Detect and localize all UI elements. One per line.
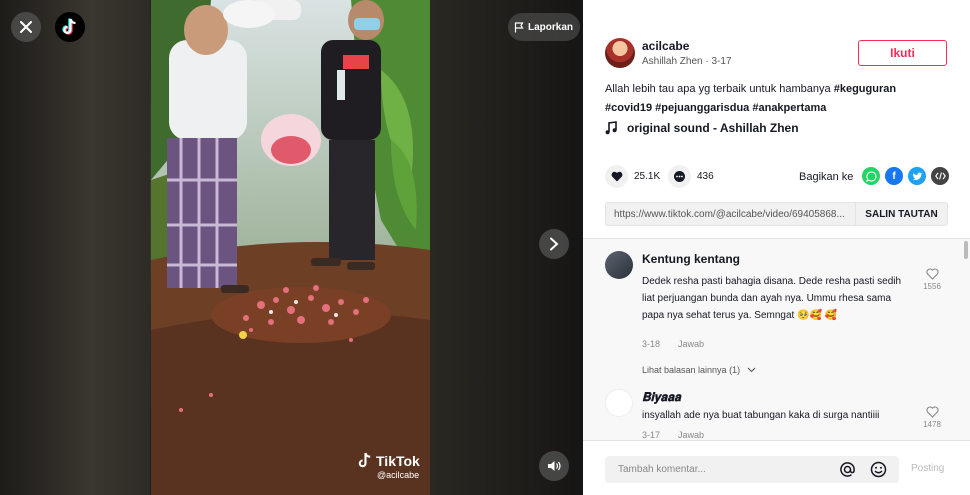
engagement-actions: 25.1K 436 Bagikan ke f: [605, 165, 950, 189]
comment-composer: Posting: [583, 440, 970, 495]
like-button[interactable]: [605, 165, 628, 188]
commenter-avatar[interactable]: [605, 251, 633, 279]
commenter-name[interactable]: 𝐁𝐢𝐲𝐚𝐚𝐚: [642, 390, 681, 405]
watermark-handle: @acilcabe: [377, 470, 420, 480]
chevron-right-icon: [550, 237, 559, 251]
author-meta: Ashillah Zhen · 3-17: [642, 56, 732, 67]
commenter-name[interactable]: Kentung kentang: [642, 252, 740, 266]
tiktok-logo-icon: [62, 18, 76, 35]
comment-text: insyallah ade nya buat tabungan kaka di …: [642, 410, 880, 421]
comment-date: 3-17: [642, 430, 661, 440]
video-scene: [151, 0, 430, 495]
volume-button[interactable]: [539, 451, 569, 481]
copy-link-button[interactable]: SALIN TAUTAN: [855, 203, 947, 225]
volume-icon: [548, 461, 561, 471]
author-avatar[interactable]: [605, 38, 635, 68]
follow-button[interactable]: Ikuti: [858, 40, 947, 66]
like-action[interactable]: 25.1K: [605, 165, 660, 188]
emoji-button[interactable]: [870, 461, 887, 483]
comment-like-count: 1478: [923, 420, 941, 429]
share-label: Bagikan ke: [799, 171, 854, 183]
chevron-down-icon: [747, 367, 755, 373]
caption-text: Allah lebih tau apa yg terbaik untuk ham…: [605, 83, 831, 95]
heart-icon: [611, 171, 622, 182]
video-player[interactable]: Laporkan TikTok @acilcabe: [0, 0, 583, 495]
comment-like-count: 1556: [923, 282, 941, 291]
report-button[interactable]: Laporkan: [508, 13, 581, 41]
comment-item: 𝐁𝐢𝐲𝐚𝐚𝐚 insyallah ade nya buat tabungan k…: [605, 389, 950, 440]
video-caption: Allah lebih tau apa yg terbaik untuk ham…: [605, 80, 950, 118]
comment-action[interactable]: 436: [668, 165, 714, 188]
video-watermark: TikTok @acilcabe: [357, 452, 420, 480]
post-date: 3-17: [711, 56, 732, 67]
hashtag[interactable]: #keguguran: [834, 83, 896, 95]
reply-button[interactable]: Jawab: [678, 430, 704, 440]
video-frame[interactable]: [151, 0, 430, 495]
report-label: Laporkan: [528, 21, 574, 33]
view-more-replies[interactable]: Lihat balasan lainnya (1): [642, 365, 756, 375]
music-title: original sound - Ashillah Zhen: [627, 121, 799, 135]
heart-outline-icon: [925, 406, 939, 418]
close-icon: [20, 21, 32, 33]
comment-meta: 3-18 Jawab: [642, 339, 704, 349]
share-link-box: https://www.tiktok.com/@acilcabe/video/6…: [605, 202, 948, 226]
author-display-name: Ashillah Zhen: [642, 56, 703, 67]
comment-count: 436: [697, 171, 714, 182]
comment-date: 3-18: [642, 339, 661, 349]
tiktok-logo[interactable]: [55, 12, 85, 42]
next-video-button[interactable]: [539, 229, 569, 259]
flag-icon: [514, 21, 524, 32]
video-detail-panel: acilcabe Ashillah Zhen · 3-17 Ikuti Alla…: [583, 0, 970, 495]
more-replies-label: Lihat balasan lainnya (1): [642, 365, 741, 375]
comment-list[interactable]: Kentung kentang Dedek resha pasti bahagi…: [583, 238, 970, 440]
facebook-icon[interactable]: f: [885, 167, 903, 185]
post-comment-button[interactable]: Posting: [911, 463, 944, 474]
comments-scrollbar[interactable]: [964, 241, 968, 259]
at-sign-icon: [840, 462, 855, 477]
commenter-avatar[interactable]: [605, 389, 633, 417]
twitter-icon[interactable]: [908, 167, 926, 185]
music-link[interactable]: original sound - Ashillah Zhen: [605, 121, 799, 135]
video-url[interactable]: https://www.tiktok.com/@acilcabe/video/6…: [614, 209, 849, 220]
hashtag[interactable]: #anakpertama: [752, 102, 826, 114]
comment-text: Dedek resha pasti bahagia disana. Dede r…: [642, 276, 902, 321]
comment-like-button[interactable]: 1556: [920, 268, 944, 291]
like-count: 25.1K: [634, 171, 661, 182]
hashtag[interactable]: #covid19: [605, 102, 652, 114]
mention-button[interactable]: [839, 461, 856, 483]
emoji-icon: [870, 461, 887, 478]
hashtag[interactable]: #pejuanggarisdua: [655, 102, 749, 114]
comment-button[interactable]: [668, 165, 691, 188]
comment-item: Kentung kentang Dedek resha pasti bahagi…: [605, 251, 950, 381]
comment-bubble-icon: [674, 171, 685, 182]
embed-icon[interactable]: [931, 167, 949, 185]
comment-like-button[interactable]: 1478: [920, 406, 944, 429]
heart-outline-icon: [925, 268, 939, 280]
watermark-brand: TikTok: [376, 452, 420, 469]
close-button[interactable]: [11, 12, 41, 42]
comment-meta: 3-17 Jawab: [642, 430, 704, 440]
reply-button[interactable]: Jawab: [678, 339, 704, 349]
music-note-icon: [605, 121, 617, 135]
author-username[interactable]: acilcabe: [642, 39, 689, 53]
meta-separator: ·: [705, 56, 709, 67]
tiktok-watermark-icon: [358, 452, 371, 468]
whatsapp-icon[interactable]: [862, 167, 880, 185]
video-blur-backdrop-left: [0, 0, 150, 495]
